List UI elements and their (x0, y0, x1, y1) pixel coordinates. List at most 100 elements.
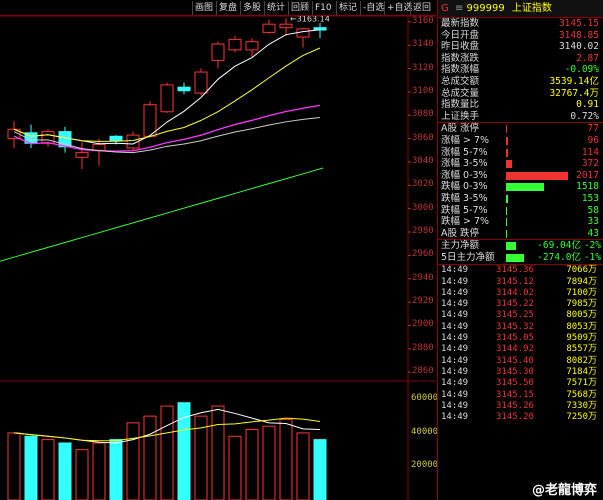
price-tick: 2960 (412, 249, 434, 260)
trade-time: 14:49 (441, 366, 469, 377)
flow-label: 5日主力净额 (441, 252, 495, 264)
toolbar: 画图 复盘 多股 统计 回顾 F10 标记 -自选 +自选 返回 (0, 0, 436, 16)
toolbar-button-2[interactable]: 多股 (240, 1, 263, 15)
candle-body (228, 38, 242, 51)
quote-value: 3140.02 (558, 41, 599, 53)
trade-price: 3145.22 (496, 299, 534, 310)
candle-body (92, 143, 106, 151)
trade-price: 3145.25 (496, 310, 534, 321)
trade-volume: 7100万 (566, 287, 597, 298)
breadth-value: 153 (581, 192, 599, 204)
volume-bar (245, 429, 259, 500)
breadth-label: 跌幅 > 7% (441, 216, 490, 228)
price-tick: 2880 (412, 342, 434, 353)
trade-price: 3145.20 (496, 412, 534, 423)
volume-bar (313, 439, 327, 500)
breadth-bar (506, 125, 508, 134)
quote-value: 0.72% (570, 110, 599, 122)
quote-label: 总成交量 (441, 87, 480, 99)
trade-volume: 7184万 (566, 366, 597, 377)
quote-label: 最新指数 (441, 18, 480, 29)
tick-trades[interactable]: 14:49 3145.36 7066万 14:49 3145.12 7894万 14:49 3… (438, 265, 603, 423)
breadth-row[interactable]: 跌幅 5-7% 58 (438, 205, 603, 217)
volume-bar (262, 425, 276, 500)
volume-bar (279, 418, 293, 500)
trade-time: 14:49 (441, 276, 469, 287)
trade-time: 14:49 (441, 310, 469, 321)
flow-row: 主力净额 -69.04亿 -2% (438, 240, 603, 252)
trade-price: 3145.50 (496, 378, 534, 389)
stock-code: 999999 (466, 3, 505, 14)
quote-label: 指数涨跌 (441, 52, 480, 64)
toolbar-button-6[interactable]: 标记 (336, 1, 359, 15)
breadth-row[interactable]: 涨幅 0-3% 2017 (438, 170, 603, 182)
quote-value: -0.09% (564, 64, 599, 76)
trade-volume: 8557万 (566, 344, 597, 355)
quote-label: 上证换手 (441, 110, 480, 122)
toolbar-button-9[interactable]: 返回 (410, 1, 433, 15)
stock-name: 上证指数 (511, 3, 552, 14)
toolbar-button-4[interactable]: 回顾 (288, 1, 311, 15)
candle-body (109, 135, 123, 142)
quote-value: 2.87 (576, 52, 599, 64)
breadth-label: 跌幅 3-5% (441, 192, 488, 204)
price-tick: 3120 (412, 62, 434, 73)
trade-volume: 7568万 (566, 389, 597, 400)
breadth-label: 跌幅 5-7% (441, 204, 488, 216)
trade-price: 3145.05 (496, 333, 534, 344)
breadth-row[interactable]: A股 涨停 77 (438, 123, 603, 135)
trade-volume: 7066万 (566, 265, 597, 276)
flow-pct: -1% (583, 252, 601, 264)
toolbar-button-5[interactable]: F10 (312, 1, 334, 15)
breadth-row[interactable]: 跌幅 3-5% 153 (438, 193, 603, 205)
candle-body (75, 152, 89, 158)
flow-label: 主力净额 (441, 240, 480, 252)
trade-row: 14:49 3145.25 8005万 (438, 310, 603, 321)
trade-volume: 7571万 (566, 378, 597, 389)
breadth-label: 跌幅 0-3% (441, 181, 488, 193)
price-tick: 2900 (412, 319, 434, 330)
breadth-value: 33 (587, 216, 599, 228)
volume-bar (228, 435, 242, 500)
breadth-row[interactable]: A股 跌停 43 (438, 228, 603, 240)
volume-bar (7, 432, 21, 500)
quote-row: 指数量比 0.91 (438, 99, 603, 111)
breadth-value: 58 (587, 204, 599, 216)
volume-tick: 60000 (411, 393, 439, 404)
breadth-row[interactable]: 跌幅 0-3% 1518 (438, 181, 603, 193)
breadth-row[interactable]: 跌幅 > 7% 33 (438, 216, 603, 228)
trade-volume: 8053万 (566, 321, 597, 332)
toolbar-button-7[interactable]: -自选 (360, 1, 386, 15)
trade-row: 14:49 3145.22 7985万 (438, 299, 603, 310)
flow-pct: -2% (583, 240, 601, 252)
breadth-row[interactable]: 涨幅 3-5% 372 (438, 158, 603, 170)
volume-bar (109, 439, 123, 500)
breadth-label: 涨幅 0-3% (441, 169, 488, 181)
toolbar-button-1[interactable]: 复盘 (216, 1, 239, 15)
volume-tick: 20000 (411, 460, 439, 471)
flow-value: -69.04亿 (537, 240, 581, 252)
price-tick: 3000 (412, 202, 434, 213)
candle-body (41, 131, 55, 144)
list-icon[interactable]: ≡ (455, 3, 463, 14)
price-tick: 3060 (412, 132, 434, 143)
toolbar-button-3[interactable]: 统计 (264, 1, 287, 15)
candle-body (296, 28, 310, 38)
quote-label: 昨日收盘 (441, 41, 480, 53)
trade-volume: 7894万 (566, 276, 597, 287)
trade-row: 14:49 3145.20 7250万 (438, 412, 603, 423)
quote-row: 总成交额 3539.14亿 (438, 76, 603, 88)
toolbar-button-0[interactable]: 画图 (192, 1, 215, 15)
breadth-row[interactable]: 涨幅 > 7% 96 (438, 135, 603, 147)
trade-time: 14:49 (441, 412, 469, 423)
breadth-row[interactable]: 涨幅 5-7% 114 (438, 147, 603, 159)
quote-label: 今日开盘 (441, 29, 480, 41)
trade-row: 14:49 3145.26 7330万 (438, 401, 603, 412)
kline-chart[interactable]: ←3163.14 (0, 16, 436, 500)
trade-row: 14:49 3145.36 7066万 (438, 265, 603, 276)
quote-value: 3148.85 (558, 29, 599, 41)
candle-body (160, 84, 174, 113)
breadth-bar (506, 160, 513, 169)
trade-volume: 8005万 (566, 310, 597, 321)
menu-icon[interactable]: G (441, 3, 449, 14)
